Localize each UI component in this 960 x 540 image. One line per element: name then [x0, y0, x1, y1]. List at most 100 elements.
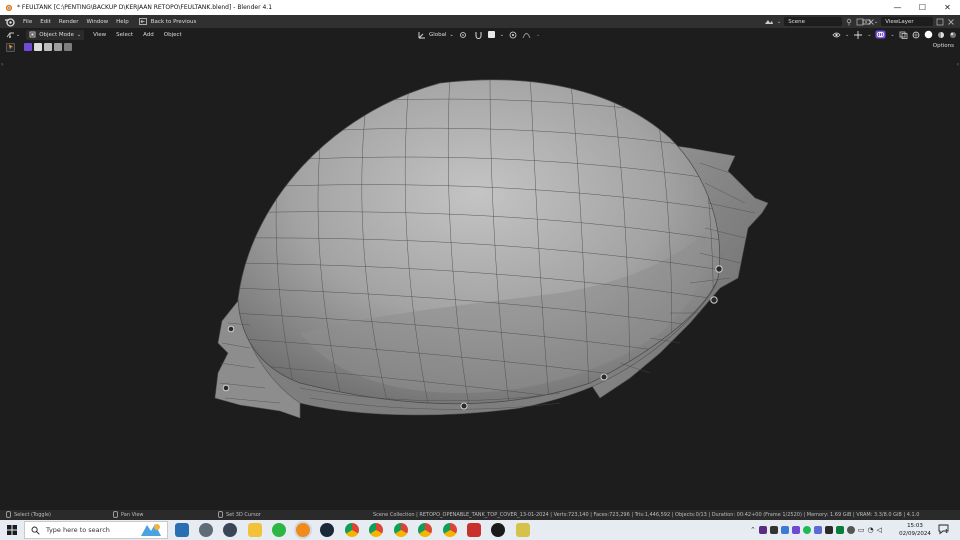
select-tool-button[interactable] [6, 42, 15, 52]
material-preview-icon[interactable] [937, 31, 945, 39]
menu-select[interactable]: Select [111, 32, 138, 38]
close-button[interactable]: ✕ [935, 0, 960, 15]
menu-object[interactable]: Object [159, 32, 187, 38]
taskbar-steam-icon[interactable] [320, 523, 334, 537]
taskbar-blender-icon[interactable] [296, 523, 310, 537]
taskbar-pinned-app-icon[interactable] [223, 523, 237, 537]
falloff-icon[interactable] [522, 31, 531, 39]
maximize-icon: ☐ [918, 3, 927, 12]
taskbar-search-box[interactable]: Type here to search [24, 521, 168, 539]
taskbar-file-explorer-icon[interactable] [248, 523, 262, 537]
menu-window[interactable]: Window [82, 19, 112, 25]
windows-start-icon[interactable] [7, 525, 17, 535]
chevron-down-icon: ⌄ [449, 31, 454, 38]
maximize-button[interactable]: ☐ [910, 0, 935, 15]
chevron-down-icon: ⌄ [890, 31, 895, 38]
tray-app-icon[interactable] [813, 526, 822, 534]
snap-icon[interactable] [474, 31, 483, 39]
solid-shading-icon[interactable] [924, 30, 933, 39]
menu-render[interactable]: Render [55, 19, 83, 25]
options-dropdown[interactable]: Options [933, 43, 954, 49]
select-subtract-mode-button[interactable] [44, 43, 52, 51]
taskbar-chrome-icon[interactable] [345, 523, 359, 537]
window-title: * FEULTANK [C:\PENTING\BACKUP D\KERJAAN … [17, 4, 273, 11]
delete-view-layer-icon[interactable] [947, 18, 955, 26]
editor-type-button[interactable]: ⌄ [6, 31, 20, 39]
status-hint-pan: Pan View [113, 511, 143, 518]
network-icon[interactable]: ◔ [868, 526, 874, 534]
notification-center-button[interactable]: 1 [938, 524, 950, 537]
taskbar-whatsapp-icon[interactable] [272, 523, 286, 537]
view-layer-selector: ⌄ ViewLayer [862, 15, 955, 28]
taskbar-chrome-profile-2-icon[interactable] [369, 523, 383, 537]
wireframe-shading-icon[interactable] [912, 31, 920, 39]
tray-app-icon[interactable] [802, 526, 811, 534]
tray-app-icon[interactable] [769, 526, 778, 534]
new-view-layer-icon[interactable] [936, 18, 944, 26]
view-layer-icon[interactable] [862, 18, 871, 26]
scene-field[interactable]: Scene [784, 17, 843, 26]
menu-view[interactable]: View [88, 32, 111, 38]
battery-icon[interactable]: ▭ [858, 526, 865, 534]
tray-app-icon[interactable] [758, 526, 767, 534]
orientation-icon [418, 31, 425, 38]
orientation-label: Global [429, 31, 447, 38]
tray-app-icon[interactable] [791, 526, 800, 534]
taskbar-sketch-app-icon[interactable] [516, 523, 530, 537]
view-layer-field[interactable]: ViewLayer [881, 17, 934, 26]
snap-target-box[interactable] [487, 31, 495, 38]
menu-edit[interactable]: Edit [36, 19, 55, 25]
xray-toggle-icon[interactable] [899, 31, 908, 39]
mode-label: Object Mode [39, 31, 74, 38]
taskbar-zbrush-icon[interactable] [467, 523, 481, 537]
rendered-shading-icon[interactable] [949, 31, 957, 39]
3d-viewport[interactable]: › ‹ [0, 53, 960, 510]
transform-orientation-dropdown[interactable]: Global ⌄ [418, 31, 454, 39]
blender-app-icon [5, 4, 13, 12]
gizmo-icon[interactable] [853, 30, 863, 39]
select-difference-mode-button[interactable] [54, 43, 62, 51]
taskbar-chrome-profile-4-icon[interactable] [418, 523, 432, 537]
chevron-down-icon: ⌄ [867, 31, 872, 38]
taskbar-task-view-icon[interactable] [175, 523, 189, 537]
taskbar-security-app-icon[interactable] [199, 523, 213, 537]
tray-app-icon[interactable] [824, 526, 833, 534]
selectability-visibility-icon[interactable] [832, 31, 841, 39]
proportional-editing-icon[interactable] [509, 31, 517, 39]
menu-file[interactable]: File [19, 19, 36, 25]
object-mode-dropdown[interactable]: Object Mode ⌄ [26, 29, 85, 40]
volume-icon[interactable]: ◁ [877, 526, 882, 534]
transform-controls: Global ⌄ ⌄ ⌄ [418, 29, 540, 40]
back-to-previous-label: Back to Previous [150, 18, 197, 25]
menu-help[interactable]: Help [112, 19, 133, 25]
back-to-previous-button[interactable]: Back to Previous [138, 18, 197, 25]
taskbar-chrome-profile-5-icon[interactable] [443, 523, 457, 537]
3d-viewport-icon [6, 32, 14, 38]
fuel-tank-mesh[interactable] [0, 53, 960, 510]
taskbar-unity-icon[interactable] [491, 523, 505, 537]
overlays-icon[interactable] [875, 30, 886, 39]
tray-app-icon[interactable] [846, 526, 855, 534]
window-title-bar: * FEULTANK [C:\PENTING\BACKUP D\KERJAAN … [0, 0, 960, 15]
tray-app-icon[interactable] [835, 526, 844, 534]
select-new-mode-button[interactable] [24, 43, 32, 51]
menu-add[interactable]: Add [138, 32, 159, 38]
blender-logo-icon[interactable] [4, 16, 16, 28]
right-mouse-icon [218, 511, 223, 518]
taskbar-clock[interactable]: 15:03 02/09/2024 [896, 522, 934, 538]
taskbar-chrome-profile-3-icon[interactable] [394, 523, 408, 537]
pivot-point-icon[interactable] [459, 31, 469, 39]
clock-date: 02/09/2024 [899, 531, 931, 537]
tray-overflow-chevron-icon[interactable]: ⌃ [750, 526, 756, 534]
clock-time: 15:03 [907, 523, 923, 529]
left-mouse-icon [6, 511, 11, 518]
chevron-down-icon: ⌄ [499, 31, 504, 38]
minimize-button[interactable]: — [885, 0, 910, 15]
windows-taskbar: Type here to search ⌃ ▭ ◔ ◁ 15:03 02/09/… [0, 520, 960, 540]
minimize-icon: — [893, 3, 902, 12]
pin-icon[interactable] [845, 18, 853, 26]
select-extend-mode-button[interactable] [34, 43, 42, 51]
select-intersect-mode-button[interactable] [64, 43, 72, 51]
scene-icon[interactable] [764, 18, 774, 26]
tray-app-icon[interactable] [780, 526, 789, 534]
